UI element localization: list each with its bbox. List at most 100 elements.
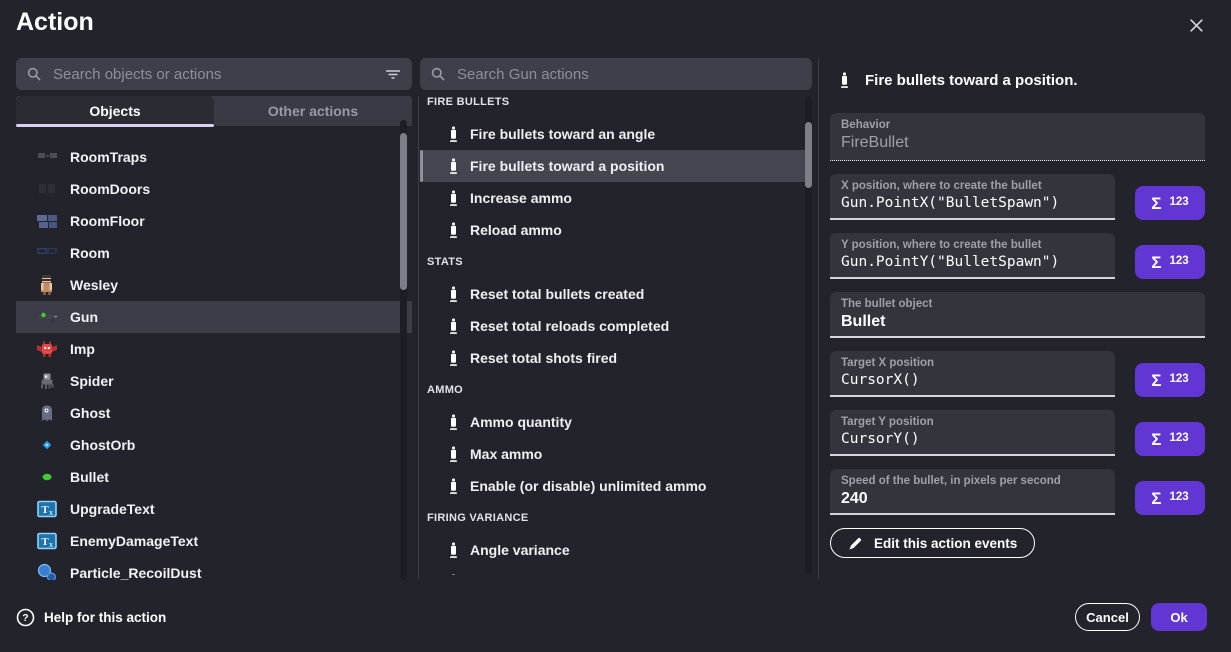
page-title: Action: [16, 8, 94, 37]
actions-search-input[interactable]: [455, 65, 802, 84]
field-row-bullet-object: The bullet objectBullet: [830, 292, 1205, 338]
action-item-reload-ammo[interactable]: Reload ammo: [420, 214, 812, 246]
object-item-roomtraps[interactable]: RoomTraps: [16, 141, 412, 173]
field-row-speed: Speed of the bullet, in pixels per secon…: [830, 469, 1205, 515]
bullet-action-icon: [447, 189, 460, 207]
field-value: CursorY(): [841, 431, 1104, 447]
search-icon: [430, 66, 446, 82]
help-icon: ?: [16, 608, 35, 627]
cancel-button[interactable]: Cancel: [1075, 603, 1140, 631]
left-tabs: ObjectsOther actions: [16, 96, 412, 126]
ghost-icon: [36, 402, 58, 424]
roomdoors-icon: [36, 178, 58, 200]
bullet-action-icon: [447, 413, 460, 431]
field-target-y[interactable]: Target Y position CursorY(): [830, 410, 1115, 456]
bullet-action-icon: [838, 71, 851, 89]
close-icon[interactable]: [1186, 15, 1206, 35]
action-item-angle-variance[interactable]: Angle variance: [420, 534, 812, 566]
object-item-ghostorb[interactable]: GhostOrb: [16, 429, 412, 461]
expression-editor-button[interactable]: Σ 123: [1135, 245, 1205, 279]
action-item-label: Fire bullets toward an angle: [470, 126, 655, 142]
action-item-fire-bullets-toward-an-angle[interactable]: Fire bullets toward an angle: [420, 118, 812, 150]
action-item-fire-bullets-toward-a-position[interactable]: Fire bullets toward a position: [420, 150, 812, 182]
action-item-max-ammo[interactable]: Max ammo: [420, 438, 812, 470]
action-item-label: Reset total shots fired: [470, 350, 617, 366]
field-speed[interactable]: Speed of the bullet, in pixels per secon…: [830, 469, 1115, 515]
action-item-increase-ammo[interactable]: Increase ammo: [420, 182, 812, 214]
action-item-enable-or-disable-unlimited-ammo[interactable]: Enable (or disable) unlimited ammo: [420, 470, 812, 502]
svg-text:x: x: [49, 540, 53, 549]
sigma-icon: Σ: [1151, 490, 1161, 507]
field-label: Speed of the bullet, in pixels per secon…: [841, 475, 1104, 487]
edit-action-events-button[interactable]: Edit this action events: [830, 528, 1035, 558]
object-item-roomdoors[interactable]: RoomDoors: [16, 173, 412, 205]
objects-search: [16, 58, 412, 90]
text-icon: Tx: [36, 498, 58, 520]
object-item-bullet[interactable]: Bullet: [16, 461, 412, 493]
bullet-action-icon: [447, 445, 460, 463]
section-header-fire-bullets: FIRE BULLETS: [420, 86, 812, 118]
object-item-imp[interactable]: Imp: [16, 333, 412, 365]
action-item-label: Fire bullets toward a position: [470, 158, 664, 174]
search-icon: [26, 66, 42, 82]
object-item-enemydamagetext[interactable]: TxEnemyDamageText: [16, 525, 412, 557]
left-scrollbar-thumb[interactable]: [400, 133, 407, 290]
field-row-x-position: X position, where to create the bulletGu…: [830, 174, 1205, 220]
svg-text:x: x: [49, 508, 53, 517]
object-item-gun[interactable]: Gun: [16, 301, 412, 333]
action-item-label: Enable (or disable) unlimited ammo: [470, 478, 706, 494]
field-value: 240: [841, 490, 1104, 508]
object-item-label: Room: [70, 245, 110, 261]
field-x-position[interactable]: X position, where to create the bulletGu…: [830, 174, 1115, 220]
object-item-wesley[interactable]: Wesley: [16, 269, 412, 301]
field-target-x[interactable]: Target X positionCursorX(): [830, 351, 1115, 397]
tab-objects[interactable]: Objects: [16, 96, 214, 126]
help-label: Help for this action: [44, 610, 166, 625]
bullet-action-icon: [447, 477, 460, 495]
field-y-position[interactable]: Y position, where to create the bulletGu…: [830, 233, 1115, 279]
field-row-target-y: Target Y position CursorY() Σ123: [830, 410, 1205, 456]
bullet-action-icon: [447, 157, 460, 175]
object-item-ghost[interactable]: Ghost: [16, 397, 412, 429]
object-item-label: GhostOrb: [70, 437, 135, 453]
field-bullet-object[interactable]: The bullet objectBullet: [830, 292, 1205, 338]
object-item-label: Imp: [70, 341, 95, 357]
svg-text:?: ?: [22, 612, 28, 624]
object-item-particle-recoildust[interactable]: Particle_RecoilDust: [16, 557, 412, 580]
field-label: Behavior: [841, 119, 1194, 131]
action-item-reset-total-reloads-completed[interactable]: Reset total reloads completed: [420, 310, 812, 342]
action-item-reset-total-bullets-created[interactable]: Reset total bullets created: [420, 278, 812, 310]
object-item-room[interactable]: Room: [16, 237, 412, 269]
filter-icon[interactable]: [384, 66, 402, 82]
expression-editor-button[interactable]: Σ123: [1135, 186, 1205, 220]
action-description-text: Fire bullets toward a position.: [865, 72, 1078, 89]
field-row-target-x: Target X positionCursorX() Σ123: [830, 351, 1205, 397]
numeric-badge: 123: [1170, 197, 1189, 209]
action-item-label: Max ammo: [470, 446, 542, 462]
field-row-y-position: Y position, where to create the bulletGu…: [830, 233, 1205, 279]
particle-icon: [36, 562, 58, 580]
field-label: Target Y position: [841, 416, 1104, 428]
object-item-label: Particle_RecoilDust: [70, 565, 202, 580]
object-item-label: Wesley: [70, 277, 118, 293]
help-link[interactable]: ? Help for this action: [16, 603, 166, 631]
sigma-icon: Σ: [1151, 254, 1161, 271]
action-item-ammo-quantity[interactable]: Ammo quantity: [420, 406, 812, 438]
middle-scrollbar-thumb[interactable]: [805, 122, 812, 188]
objects-search-input[interactable]: [51, 65, 375, 84]
expression-editor-button[interactable]: Σ123: [1135, 363, 1205, 397]
numeric-badge: 123: [1170, 256, 1189, 268]
ok-button[interactable]: Ok: [1151, 603, 1207, 631]
object-item-upgradetext[interactable]: TxUpgradeText: [16, 493, 412, 525]
tab-other-actions[interactable]: Other actions: [214, 96, 412, 126]
action-item-partial[interactable]: [420, 566, 812, 575]
bullet-icon: [36, 466, 58, 488]
object-item-spider[interactable]: Spider: [16, 365, 412, 397]
expression-editor-button[interactable]: Σ123: [1135, 422, 1205, 456]
action-item-label: Reset total bullets created: [470, 286, 644, 302]
action-item-reset-total-shots-fired[interactable]: Reset total shots fired: [420, 342, 812, 374]
object-item-roomfloor[interactable]: RoomFloor: [16, 205, 412, 237]
expression-editor-button[interactable]: Σ123: [1135, 481, 1205, 515]
sigma-icon: Σ: [1151, 372, 1161, 389]
field-label: Y position, where to create the bullet: [841, 239, 1104, 251]
